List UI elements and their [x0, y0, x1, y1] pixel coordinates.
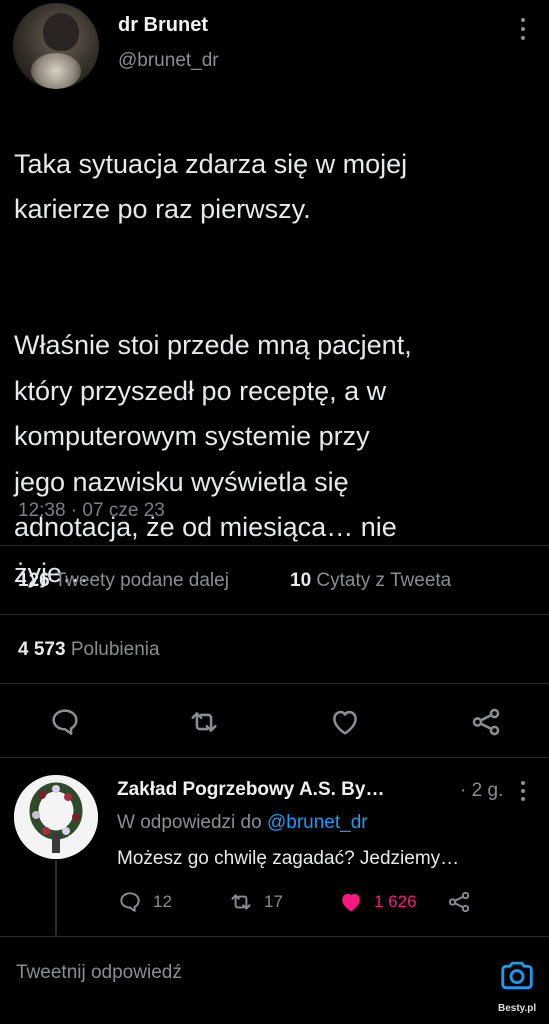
likes-stat[interactable]: 4 573 Polubienia — [18, 639, 160, 661]
quotes-stat[interactable]: 10 Cytaty z Tweeta — [290, 570, 451, 592]
share-icon — [448, 891, 470, 913]
tweet-text-paragraph-1: Taka sytuacja zdarza się w mojej karierz… — [14, 148, 408, 225]
divider — [0, 614, 549, 615]
avatar-face — [43, 13, 79, 51]
tweet-timestamp[interactable]: 12:38 · 07 cze 23 — [18, 500, 165, 522]
author-handle[interactable]: @brunet_dr — [118, 50, 219, 72]
likes-label: Polubienia — [70, 639, 160, 660]
share-icon[interactable] — [469, 705, 503, 739]
reply-author-avatar[interactable] — [14, 775, 98, 859]
reply-share-action[interactable] — [446, 887, 472, 917]
retweet-icon — [231, 894, 251, 910]
retweets-label: Tweety podane dalej — [54, 570, 229, 591]
wreath-image — [14, 775, 98, 859]
reply-author-name[interactable]: Zakład Pogrzebowy A.S. By… — [117, 779, 384, 801]
in-reply-to-handle[interactable]: @brunet_dr — [267, 812, 368, 833]
watermark-logo: Besty.pl — [498, 1003, 537, 1014]
reply-more-options-icon[interactable] — [518, 778, 528, 808]
divider — [0, 683, 549, 684]
reply-icon — [120, 892, 140, 912]
reply-compose-input[interactable]: Tweetnij odpowiedź — [16, 962, 182, 984]
reply-age: · 2 g. — [460, 780, 504, 801]
retweets-stat[interactable]: 126 Tweety podane dalej — [18, 570, 229, 592]
quotes-count: 10 — [290, 570, 312, 591]
author-avatar[interactable] — [13, 3, 99, 89]
reply-retweets-count: 17 — [264, 892, 283, 911]
more-options-icon[interactable] — [518, 14, 528, 44]
liked-heart-icon — [342, 893, 360, 912]
likes-count: 4 573 — [18, 639, 66, 660]
reply-icon[interactable] — [48, 705, 82, 739]
reply-retweet-action[interactable]: 17 — [228, 887, 283, 917]
thread-line — [55, 860, 57, 935]
divider — [0, 936, 549, 937]
like-icon[interactable] — [328, 705, 362, 739]
divider — [0, 545, 549, 546]
author-name[interactable]: dr Brunet — [118, 14, 208, 37]
retweet-icon[interactable] — [187, 705, 221, 739]
in-reply-to: W odpowiedzi do @brunet_dr — [117, 812, 368, 834]
camera-icon[interactable] — [498, 956, 536, 994]
retweets-count: 126 — [18, 570, 50, 591]
avatar-flowers — [31, 53, 81, 89]
tweet-text-paragraph-2: Właśnie stoi przede mną pacjent, który p… — [14, 330, 412, 588]
quotes-label: Cytaty z Tweeta — [316, 570, 452, 591]
reply-replies-count: 12 — [153, 892, 172, 911]
divider — [0, 757, 549, 758]
reply-like-action[interactable]: 1 626 — [338, 887, 417, 917]
in-reply-to-prefix: W odpowiedzi do — [117, 812, 262, 833]
reply-text: Możesz go chwilę zagadać? Jedziemy… — [117, 848, 460, 869]
tweet-text: Taka sytuacja zdarza się w mojej karierz… — [14, 96, 534, 642]
reply-likes-count: 1 626 — [374, 892, 417, 911]
reply-reply-action[interactable]: 12 — [117, 887, 172, 917]
